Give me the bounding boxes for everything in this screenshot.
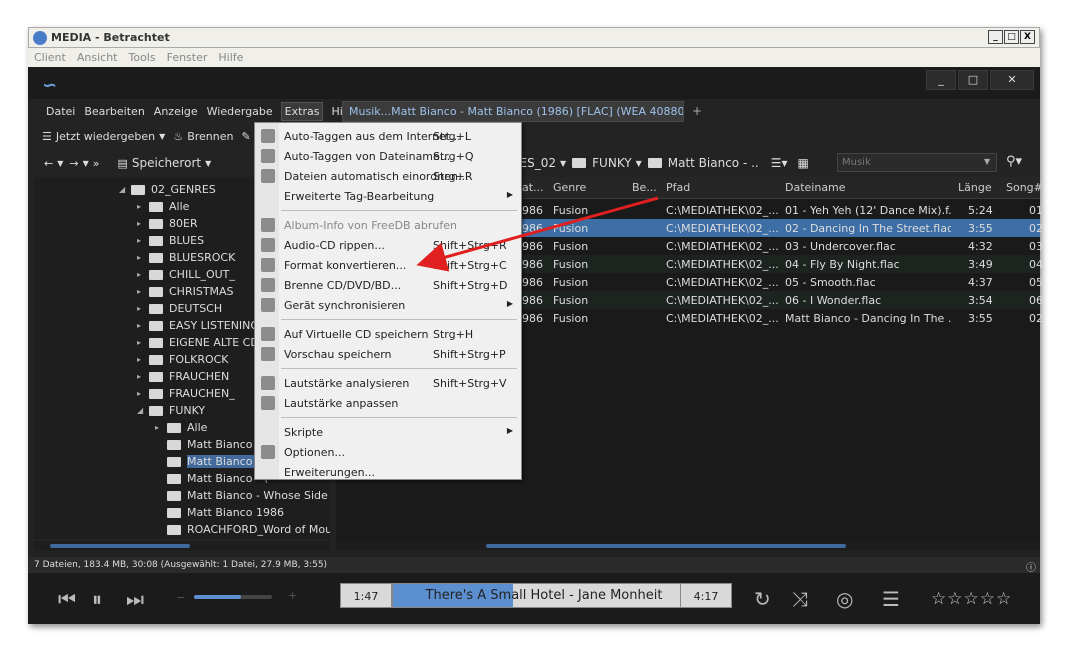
annotation-arrow-icon bbox=[416, 196, 659, 272]
